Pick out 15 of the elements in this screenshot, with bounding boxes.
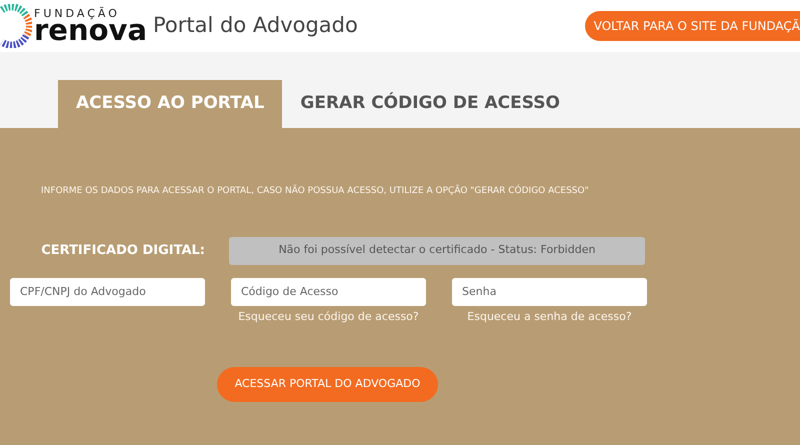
tab[interactable]: ACESSO AO PORTAL [58,80,282,128]
instructions-text: INFORME OS DADOS PARA ACESSAR O PORTAL, CASO NÃO POSSUA ACESSO, UTILIZE A OPÇÃO "GERAR CÓDIGO ACESSO" [41,185,590,198]
logo-ring-icon [0,4,32,48]
forgot-link[interactable]: Esqueceu a senha de acesso? [467,308,632,325]
certificate-label: CERTIFICADO DIGITAL: [40,242,205,260]
logo-subtitle: FUNDAÇÃO [34,8,121,18]
forgot-link[interactable]: Esqueceu seu código de acesso? [238,308,419,325]
input-field[interactable]: Código de Acesso [231,278,426,306]
input-field[interactable]: Senha [452,278,647,306]
tab[interactable]: GERAR CÓDIGO DE ACESSO [282,80,578,128]
input-field[interactable]: CPF/CNPJ do Advogado [10,278,205,306]
certificate-status: Não foi possível detectar o certificado - Status: Forbidden [229,236,645,264]
back-to-site-button[interactable]: VOLTAR PARA O SITE DA FUNDAÇÃ [584,11,800,41]
portal-title: Portal do Advogado [153,12,358,40]
access-portal-button[interactable]: ACESSAR PORTAL DO ADVOGADO [217,367,438,402]
